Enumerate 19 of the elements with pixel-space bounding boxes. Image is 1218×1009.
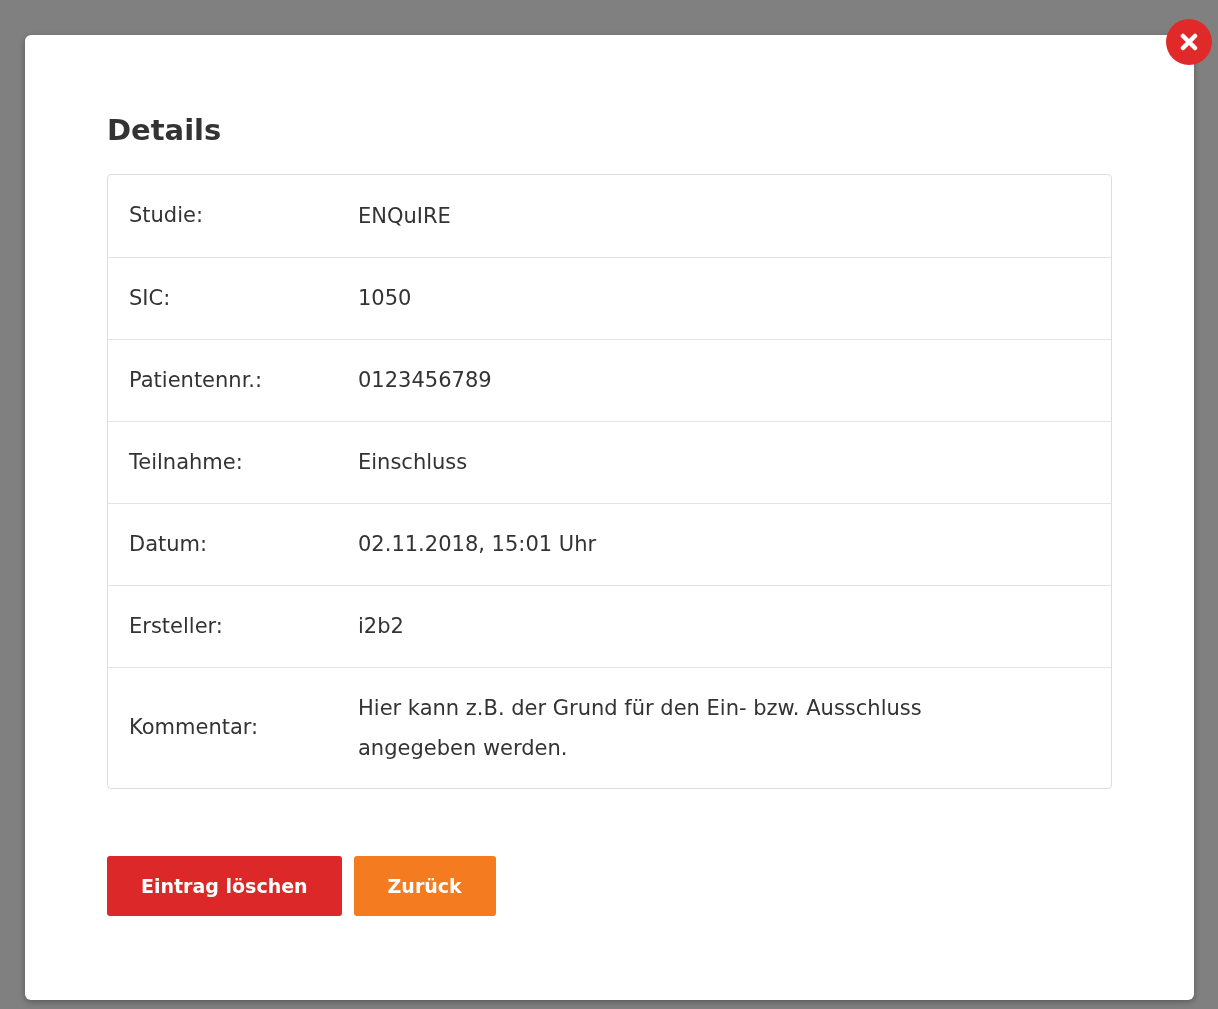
field-value: Hier kann z.B. der Grund für den Ein- bzw. Ausschluss angegeben werden. <box>358 695 922 760</box>
field-label: SIC: <box>128 284 172 312</box>
field-value: 02.11.2018, 15:01 Uhr <box>358 532 597 557</box>
field-value: ENQuIRE <box>358 203 451 228</box>
field-value: 0123456789 <box>358 368 492 393</box>
field-label: Studie: <box>128 202 205 230</box>
field-value: i2b2 <box>358 614 404 639</box>
delete-button[interactable]: Eintrag löschen <box>107 855 342 916</box>
close-button[interactable] <box>1166 19 1212 65</box>
dialog-title: Details <box>107 113 223 148</box>
field-value: Einschluss <box>358 450 468 475</box>
field-label: Patientennr.: <box>128 366 264 394</box>
field-label: Ersteller: <box>128 612 224 640</box>
field-label: Datum: <box>128 530 209 558</box>
field-label: Kommentar: <box>128 714 260 742</box>
back-button[interactable]: Zurück <box>353 855 496 916</box>
field-value: 1050 <box>358 286 412 311</box>
close-icon <box>1180 33 1198 51</box>
field-label: Teilnahme: <box>128 448 244 476</box>
